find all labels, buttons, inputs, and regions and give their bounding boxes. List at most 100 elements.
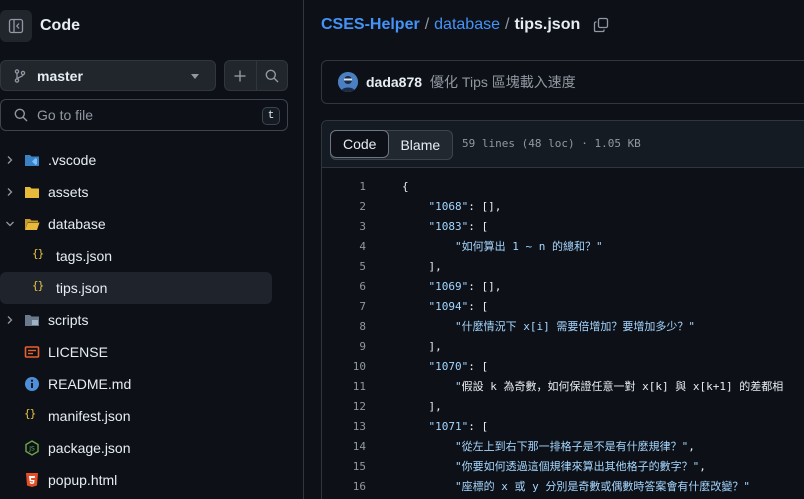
tree-item-database[interactable]: database: [0, 208, 304, 240]
tree-item-scripts[interactable]: scripts: [0, 304, 304, 336]
tree-item-assets[interactable]: assets: [0, 176, 304, 208]
line-content: "1083": [: [428, 220, 489, 233]
svg-text:JS: JS: [28, 446, 35, 453]
commit-author-link[interactable]: dada878: [366, 74, 422, 90]
json-icon: {}: [24, 407, 36, 420]
tree-item-label: popup.html: [48, 472, 118, 488]
line-content: {: [402, 180, 409, 193]
line-number[interactable]: 12: [322, 397, 366, 417]
search-icon: [14, 108, 28, 122]
tree-item-license[interactable]: LICENSE: [0, 336, 304, 368]
code-line: 7 "1094": [: [322, 297, 804, 317]
search-icon: [265, 69, 279, 82]
tree-item-label: manifest.json: [48, 408, 131, 424]
line-number[interactable]: 16: [322, 477, 366, 497]
line-number[interactable]: 5: [322, 257, 366, 277]
sidebar-actions: [224, 60, 288, 91]
line-content: ],: [402, 400, 442, 413]
tab-code[interactable]: Code: [330, 130, 390, 158]
scripts-folder-icon: [25, 315, 39, 326]
line-number[interactable]: 2: [322, 197, 366, 217]
chevron-down-icon: [191, 74, 199, 79]
tree-item-label: package.json: [48, 440, 131, 456]
line-number[interactable]: 4: [322, 237, 366, 257]
code-line: 8 "什麼情況下 x[i] 需要倍增加？要增加多少？": [322, 317, 804, 337]
git-branch-icon: [14, 68, 26, 83]
latest-commit-box: dada878 優化 Tips 區塊載入速度: [321, 60, 804, 104]
user-avatar-icon: [338, 72, 358, 92]
tree-item-label: README.md: [48, 376, 132, 392]
line-number[interactable]: 13: [322, 417, 366, 437]
breadcrumb: CSES-Helper / database / tips.json: [321, 16, 610, 34]
line-number[interactable]: 6: [322, 277, 366, 297]
plus-icon: [234, 70, 246, 81]
tree-item-tags-json[interactable]: {} tags.json: [0, 240, 304, 272]
breadcrumb-separator: /: [424, 16, 430, 33]
tree-item-label: scripts: [48, 312, 89, 328]
line-content: "如何算出 1 ~ n 的總和？": [454, 240, 603, 253]
tab-blame[interactable]: Blame: [388, 131, 452, 159]
tree-item-vscode[interactable]: .vscode: [0, 144, 304, 176]
tree-item-readme[interactable]: README.md: [0, 368, 304, 400]
line-content: "1094": [: [428, 300, 489, 313]
tree-item-popup-html[interactable]: popup.html: [0, 464, 304, 496]
node-icon: JS: [25, 440, 39, 456]
avatar[interactable]: [338, 72, 358, 92]
line-content: "座標的 x 或 y 分別是奇數或偶數時答案會有什麼改變？": [454, 480, 750, 493]
file-viewer: Code Blame 59 lines (48 loc) · 1.05 KB 1…: [321, 120, 804, 499]
info-icon: [25, 377, 39, 391]
line-content: "1071": [: [428, 420, 489, 433]
line-content: "假設 k 為奇數，如何保證任意一對 x[k] 與 x[k+1] 的差都相: [454, 380, 784, 393]
code-line: 14 "從左上到右下那一排格子是不是有什麼規律？",: [322, 437, 804, 457]
search-code-button[interactable]: [255, 61, 287, 90]
copy-path-button[interactable]: [592, 16, 610, 34]
collapse-sidebar-button[interactable]: [0, 10, 32, 42]
tree-item-tips-json[interactable]: {} tips.json: [0, 272, 272, 304]
tree-item-label: tags.json: [56, 248, 113, 264]
go-to-file-input[interactable]: [37, 107, 257, 123]
keyboard-shortcut-badge: t: [262, 107, 280, 125]
branch-select-button[interactable]: master: [0, 60, 216, 91]
line-content: ],: [402, 260, 442, 273]
json-icon: {}: [32, 279, 44, 292]
file-tree-sidebar: Code master Go to file t .vscode assets …: [0, 0, 304, 499]
license-icon: [24, 346, 40, 358]
sidebar-collapse-icon: [8, 18, 24, 34]
html-icon: [26, 473, 38, 487]
breadcrumb-repo-link[interactable]: CSES-Helper: [321, 16, 420, 34]
branch-name: master: [37, 67, 83, 84]
file-header: Code Blame 59 lines (48 loc) · 1.05 KB: [322, 121, 804, 168]
code-line: 12 ],: [322, 397, 804, 417]
line-content: "從左上到右下那一排格子是不是有什麼規律？",: [454, 440, 695, 453]
line-content: "你要如何透過這個規律來算出其他格子的數字？",: [454, 460, 706, 473]
line-number[interactable]: 7: [322, 297, 366, 317]
line-number[interactable]: 10: [322, 357, 366, 377]
chevron-right-icon: [7, 156, 13, 164]
line-content: "1069": [],: [428, 280, 502, 293]
line-number[interactable]: 14: [322, 437, 366, 457]
line-number[interactable]: 15: [322, 457, 366, 477]
code-line: 15 "你要如何透過這個規律來算出其他格子的數字？",: [322, 457, 804, 477]
copy-icon: [594, 17, 609, 33]
line-number[interactable]: 11: [322, 377, 366, 397]
line-number[interactable]: 8: [322, 317, 366, 337]
code-line: 4 "如何算出 1 ~ n 的總和？": [322, 237, 804, 257]
breadcrumb-separator: /: [505, 16, 510, 33]
tree-item-manifest-json[interactable]: {} manifest.json: [0, 400, 304, 432]
line-number[interactable]: 9: [322, 337, 366, 357]
commit-message-link[interactable]: 優化 Tips 區塊載入速度: [430, 72, 576, 92]
file-content-area: CSES-Helper / database / tips.json dada8…: [305, 0, 804, 499]
sidebar-header: Code: [0, 10, 304, 44]
go-to-file-field[interactable]: t: [0, 99, 288, 131]
view-mode-toggle: Code Blame: [330, 130, 454, 160]
line-content: "什麼情況下 x[i] 需要倍增加？要增加多少？": [454, 320, 695, 333]
line-number[interactable]: 3: [322, 217, 366, 237]
tree-item-label: database: [48, 216, 106, 232]
code-line: 16 "座標的 x 或 y 分別是奇數或偶數時答案會有什麼改變？": [322, 477, 804, 497]
tree-item-package-json[interactable]: JS package.json: [0, 432, 304, 464]
code-line: 10 "1070": [: [322, 357, 804, 377]
line-number[interactable]: 1: [322, 177, 366, 197]
breadcrumb-folder-link[interactable]: database: [434, 16, 500, 34]
breadcrumb-current-file: tips.json: [514, 16, 581, 33]
add-file-button[interactable]: [225, 61, 256, 90]
